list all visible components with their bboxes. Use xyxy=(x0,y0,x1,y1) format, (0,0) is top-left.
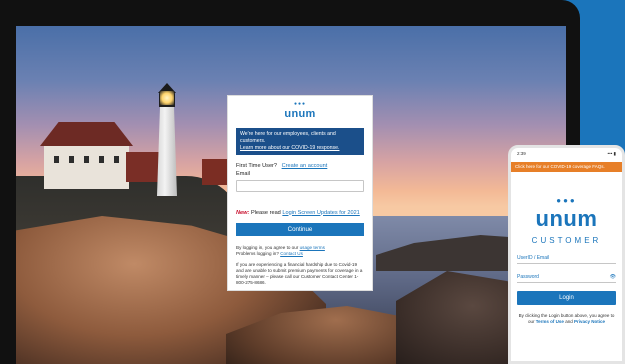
unum-logo: ●●● unum xyxy=(236,101,364,121)
agree-text: By logging in, you agree to our xyxy=(236,244,299,250)
new-badge: New: xyxy=(236,209,250,216)
keeper-house xyxy=(44,144,129,189)
hardship-text: If you are experiencing a financial hard… xyxy=(236,261,363,285)
phone-covid-banner[interactable]: Click here for our COVID-19 coverage FAQ… xyxy=(511,162,622,172)
login-updates-link[interactable]: Login Screen Updates for 2021 xyxy=(282,210,359,216)
first-time-row: First Time User? Create an account xyxy=(236,163,364,169)
email-label: Email xyxy=(236,171,250,177)
lighthouse xyxy=(153,81,181,196)
first-time-label: First Time User? xyxy=(236,163,278,169)
contact-us-link[interactable]: Contact Us xyxy=(280,251,303,256)
house-window xyxy=(54,156,59,163)
house-window xyxy=(99,156,104,163)
status-icons: ••• ▮ xyxy=(607,151,616,156)
privacy-notice-link[interactable]: Privacy Notice xyxy=(574,319,605,324)
house-window xyxy=(114,156,119,163)
covid-response-link[interactable]: Learn more about our COVID-19 response. xyxy=(240,145,360,152)
customer-label: CUSTOMER xyxy=(531,236,602,245)
problems-text: Problems logging in? xyxy=(236,250,279,256)
phone-logo-text: unum xyxy=(535,206,598,231)
legal-text: By logging in, you agree to our usage te… xyxy=(236,245,364,257)
house-window xyxy=(84,156,89,163)
login-button[interactable]: Login xyxy=(517,291,616,305)
phone-status-bar: 2:39 ••• ▮ xyxy=(511,148,622,162)
login-card: ●●● unum We're here for our employees, c… xyxy=(227,95,373,291)
login-updates-notice: New: Please read Login Screen Updates fo… xyxy=(236,210,364,216)
create-account-link[interactable]: Create an account xyxy=(282,163,328,169)
lighthouse-glow xyxy=(160,91,174,105)
covid-banner: We're here for our employees, clients an… xyxy=(236,128,364,155)
password-placeholder: Password xyxy=(517,274,539,280)
status-time: 2:39 xyxy=(517,151,526,156)
phone-logo-dots-icon: ●●● xyxy=(556,196,577,205)
phone-legal-text: By clicking the Login button above, you … xyxy=(517,313,616,325)
banner-text: We're here for our employees, clients an… xyxy=(240,131,336,144)
logo-dots-icon: ●●● xyxy=(293,101,307,107)
notice-text: Please read xyxy=(250,209,281,216)
eye-icon[interactable]: 👁 xyxy=(610,274,616,280)
lighthouse-tower xyxy=(157,107,177,196)
password-field[interactable]: Password 👁 xyxy=(517,274,616,283)
userid-placeholder: UserID / Email xyxy=(517,255,550,261)
phone-mockup: 2:39 ••• ▮ Click here for our COVID-19 c… xyxy=(508,145,625,364)
house-window xyxy=(69,156,74,163)
userid-field[interactable]: UserID / Email xyxy=(517,255,616,264)
continue-button[interactable]: Continue xyxy=(236,222,364,236)
usage-terms-link[interactable]: usage terms xyxy=(300,245,325,250)
terms-of-use-link[interactable]: Terms of Use xyxy=(536,319,564,324)
email-field[interactable] xyxy=(236,180,364,192)
and-text: and xyxy=(565,319,573,324)
logo-text: unum xyxy=(284,108,316,120)
